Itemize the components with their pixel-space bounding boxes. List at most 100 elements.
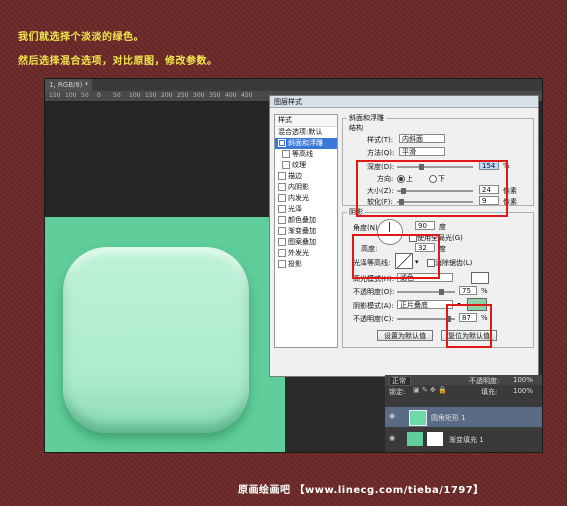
checkbox-icon[interactable] bbox=[278, 194, 286, 202]
layer-thumbnail bbox=[407, 432, 423, 446]
photoshop-window: 1, RGB/8) * 150 100 50 0 50 100 150 200 250 300 35… bbox=[44, 78, 543, 453]
ruler-tick-label: 250 bbox=[177, 92, 189, 99]
angle-label: 角度(N): bbox=[353, 224, 381, 232]
style-item-label: 颜色叠加 bbox=[288, 216, 316, 224]
style-item[interactable]: 图案叠加 bbox=[275, 237, 337, 248]
shadow-mode-select[interactable]: 正片叠底 bbox=[397, 300, 453, 309]
layer-blend-mode[interactable]: 正常 bbox=[389, 376, 411, 386]
dialog-title: 图层样式 bbox=[270, 96, 538, 108]
fill-label: 填充: bbox=[481, 388, 498, 396]
highlight-opacity-label: 不透明度(O): bbox=[353, 288, 395, 296]
checkbox-icon[interactable] bbox=[278, 216, 286, 224]
angle-dial-needle bbox=[389, 222, 390, 232]
ruler-tick-label: 150 bbox=[49, 92, 61, 99]
checkbox-icon[interactable] bbox=[278, 249, 286, 257]
ruler-tick-label: 50 bbox=[81, 92, 89, 99]
checkbox-icon[interactable] bbox=[282, 150, 290, 158]
style-list-header[interactable]: 样式 bbox=[275, 115, 337, 127]
altitude-unit: 度 bbox=[439, 245, 446, 253]
style-item[interactable]: 渐变叠加 bbox=[275, 226, 337, 237]
layer-row-gradient-fill[interactable]: ◉ 渐变填充 1 bbox=[385, 429, 542, 449]
style-item-label: 斜面和浮雕 bbox=[288, 139, 323, 147]
annotation-box-shadow bbox=[446, 304, 492, 348]
checkbox-icon[interactable] bbox=[278, 205, 286, 213]
caption-line-1: 我们就选择个淡淡的绿色。 bbox=[18, 32, 144, 43]
layer-name: 圆角矩形 1 bbox=[431, 414, 466, 422]
checkbox-checked-icon[interactable] bbox=[278, 139, 286, 147]
angle-input[interactable]: 90 bbox=[415, 221, 435, 230]
annotation-box-structure bbox=[356, 160, 508, 217]
shadow-mode-label: 阴影模式(A): bbox=[353, 302, 394, 310]
style-item-label: 投影 bbox=[288, 260, 302, 268]
style-item-label: 内阴影 bbox=[288, 183, 309, 191]
highlight-opacity-input[interactable]: 75 bbox=[459, 286, 477, 295]
ruler-tick-label: 350 bbox=[209, 92, 221, 99]
checkbox-icon[interactable] bbox=[278, 238, 286, 246]
checkbox-icon[interactable] bbox=[278, 227, 286, 235]
style-item[interactable]: 等高线 bbox=[275, 149, 337, 160]
highlight-opacity-knob[interactable] bbox=[439, 289, 444, 295]
fill-value[interactable]: 100% bbox=[513, 387, 533, 395]
style-item-label: 光泽 bbox=[288, 205, 302, 213]
make-default-button[interactable]: 设置为默认值 bbox=[377, 330, 433, 341]
highlight-color-swatch[interactable] bbox=[471, 272, 489, 284]
layer-thumbnail bbox=[409, 410, 427, 426]
ruler-tick-label: 150 bbox=[145, 92, 157, 99]
style-item[interactable]: 斜面和浮雕 bbox=[275, 138, 337, 149]
style-item[interactable]: 颜色叠加 bbox=[275, 215, 337, 226]
layers-lock-row: 锁定: ▣ ✎ ✥ 🔒 填充: 100% bbox=[385, 386, 542, 397]
layers-panel: 正常 不透明度: 100% 锁定: ▣ ✎ ✥ 🔒 填充: 100% ◉ 圆角矩… bbox=[385, 375, 542, 452]
checkbox-icon[interactable] bbox=[278, 260, 286, 268]
shadow-opacity-label: 不透明度(C): bbox=[353, 315, 394, 323]
document-canvas[interactable] bbox=[45, 217, 285, 452]
style-item[interactable]: 内阴影 bbox=[275, 182, 337, 193]
checkbox-icon[interactable] bbox=[278, 183, 286, 191]
layer-opacity-value[interactable]: 100% bbox=[513, 376, 533, 384]
technique-label: 方法(Q): bbox=[367, 149, 395, 157]
style-label: 样式(T): bbox=[367, 136, 394, 144]
technique-select[interactable]: 平滑 bbox=[399, 147, 445, 156]
ruler-tick-label: 0 bbox=[97, 92, 101, 99]
eye-icon[interactable]: ◉ bbox=[389, 434, 395, 442]
layer-row-rounded-rect[interactable]: ◉ 圆角矩形 1 bbox=[385, 407, 542, 427]
ruler-tick-label: 50 bbox=[113, 92, 121, 99]
style-item-label: 纹理 bbox=[292, 161, 306, 169]
layers-options-row: 正常 不透明度: 100% bbox=[385, 375, 542, 386]
blend-options-item[interactable]: 混合选项:默认 bbox=[275, 127, 337, 138]
highlight-opacity-slider[interactable] bbox=[397, 289, 455, 295]
rounded-rectangle-icon-preview bbox=[63, 247, 249, 433]
annotation-box-angle bbox=[352, 234, 440, 279]
style-item[interactable]: 描边 bbox=[275, 171, 337, 182]
style-item-label: 内发光 bbox=[288, 194, 309, 202]
style-item[interactable]: 纹理 bbox=[275, 160, 337, 171]
ruler-tick-label: 300 bbox=[193, 92, 205, 99]
document-tab[interactable]: 1, RGB/8) * bbox=[45, 79, 93, 91]
style-item-label: 渐变叠加 bbox=[288, 227, 316, 235]
ruler-tick-label: 100 bbox=[129, 92, 141, 99]
ruler-tick-label: 200 bbox=[161, 92, 173, 99]
style-item[interactable]: 内发光 bbox=[275, 193, 337, 204]
style-item-label: 外发光 bbox=[288, 249, 309, 257]
layer-name: 渐变填充 1 bbox=[449, 436, 484, 444]
highlight-opacity-unit: % bbox=[481, 287, 488, 295]
style-list: 样式 混合选项:默认 斜面和浮雕等高线纹理描边内阴影内发光光泽颜色叠加渐变叠加图… bbox=[274, 114, 338, 348]
lock-label: 锁定: bbox=[389, 388, 406, 396]
style-item[interactable]: 外发光 bbox=[275, 248, 337, 259]
layer-opacity-label: 不透明度: bbox=[469, 377, 500, 385]
bevel-style-select[interactable]: 内斜面 bbox=[399, 134, 445, 143]
eye-icon[interactable]: ◉ bbox=[389, 412, 395, 420]
watermark: 原画绘画吧 【www.linecg.com/tieba/1797】 bbox=[238, 485, 484, 496]
structure-title: 结构 bbox=[347, 123, 365, 133]
style-item-label: 描边 bbox=[288, 172, 302, 180]
ruler-tick-label: 100 bbox=[65, 92, 77, 99]
style-item[interactable]: 投影 bbox=[275, 259, 337, 270]
ruler-tick-label: 400 bbox=[225, 92, 237, 99]
style-item-label: 等高线 bbox=[292, 150, 313, 158]
ruler-tick-label: 450 bbox=[241, 92, 253, 99]
lock-icons[interactable]: ▣ ✎ ✥ 🔒 bbox=[413, 386, 447, 394]
checkbox-icon[interactable] bbox=[278, 172, 286, 180]
style-item-label: 图案叠加 bbox=[288, 238, 316, 246]
angle-unit: 度 bbox=[439, 223, 446, 231]
style-item[interactable]: 光泽 bbox=[275, 204, 337, 215]
checkbox-icon[interactable] bbox=[282, 161, 290, 169]
